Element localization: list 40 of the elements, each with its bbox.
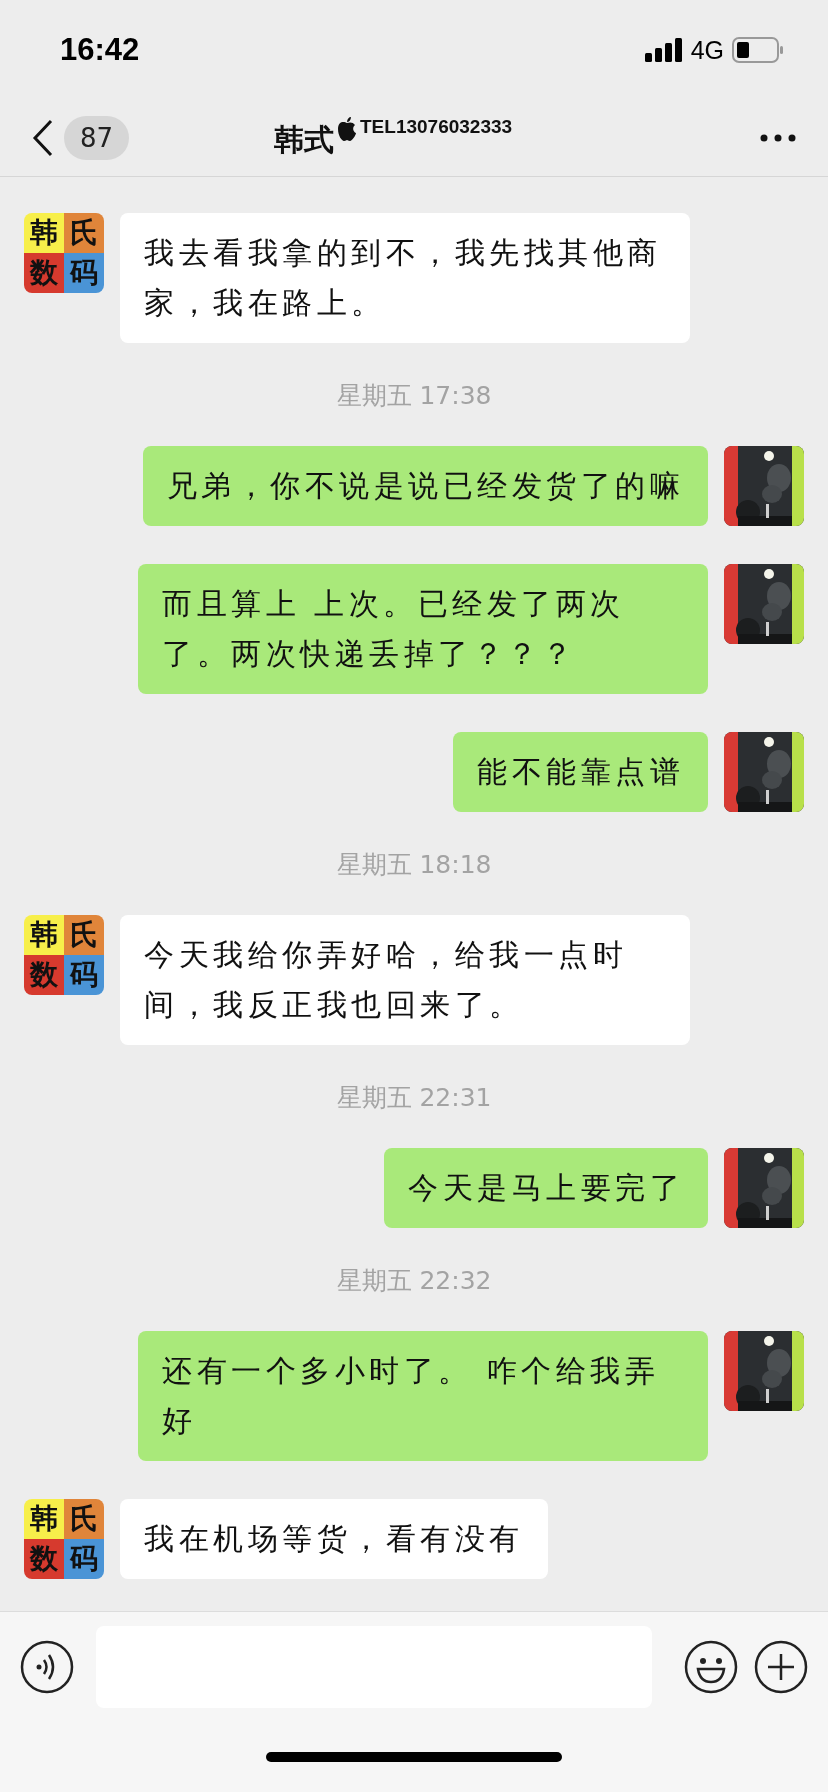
message-timestamp: 星期五 17:38 [335, 380, 493, 412]
avatar-character: 韩 [24, 915, 64, 955]
chat-title-phone: TEL13076032333 [360, 116, 513, 138]
more-icon[interactable] [760, 134, 796, 142]
voice-icon[interactable] [20, 1640, 74, 1694]
avatar-character: 氏 [64, 213, 104, 253]
contact-avatar[interactable]: 韩 氏 数 码 [24, 1499, 104, 1579]
outgoing-message: 今天是马上要完了 [384, 1148, 708, 1228]
network-label: 4G [690, 35, 724, 65]
signal-icon [644, 38, 683, 62]
avatar-character: 码 [64, 1539, 104, 1579]
avatar-character: 数 [24, 1539, 64, 1579]
avatar-character: 数 [24, 955, 64, 995]
avatar-character: 韩 [24, 1499, 64, 1539]
battery-icon [732, 37, 784, 63]
incoming-message: 我去看我拿的到不，我先找其他商家，我在路上。 [120, 213, 690, 343]
avatar-character: 码 [64, 253, 104, 293]
avatar-character: 韩 [24, 213, 64, 253]
apple-icon [336, 116, 358, 142]
message-timestamp: 星期五 22:31 [335, 1082, 493, 1114]
unread-count-badge[interactable]: 87 [64, 116, 130, 160]
message-timestamp: 星期五 18:18 [335, 849, 493, 881]
avatar-character: 氏 [64, 1499, 104, 1539]
contact-avatar[interactable]: 韩 氏 数 码 [24, 213, 104, 293]
message-timestamp: 星期五 22:32 [335, 1265, 493, 1297]
contact-avatar[interactable]: 韩 氏 数 码 [24, 915, 104, 995]
outgoing-message: 而且算上 上次。已经发了两次了。两次快递丢掉了？？？ [138, 564, 708, 694]
outgoing-message: 兄弟，你不说是说已经发货了的嘛 [142, 446, 708, 526]
avatar-character: 数 [24, 253, 64, 293]
avatar-character: 氏 [64, 915, 104, 955]
outgoing-message: 能不能靠点谱 [453, 732, 708, 812]
chat-title: 韩式 [274, 121, 334, 159]
back-icon[interactable] [32, 119, 54, 157]
incoming-message: 今天我给你弄好哈，给我一点时间，我反正我也回来了。 [120, 915, 690, 1045]
incoming-message: 我在机场等货，看有没有 [120, 1499, 548, 1579]
add-icon[interactable] [754, 1640, 808, 1694]
avatar-character: 码 [64, 955, 104, 995]
emoji-icon[interactable] [684, 1640, 738, 1694]
outgoing-message: 还有一个多小时了。 咋个给我弄好 [138, 1331, 708, 1461]
status-time: 16:42 [60, 32, 140, 68]
